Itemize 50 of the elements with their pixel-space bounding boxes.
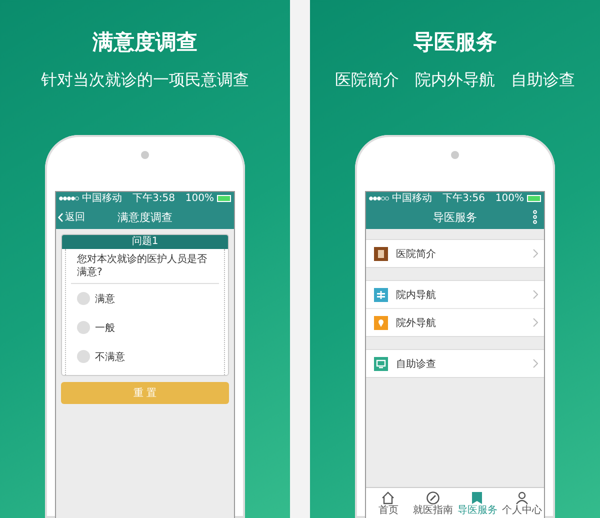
option-label: 不满意	[95, 350, 125, 364]
menu-row[interactable]: 医院简介	[366, 240, 544, 267]
promo-subtitle: 医院简介	[335, 70, 399, 91]
nav-title: 满意度调查	[118, 210, 172, 224]
back-icon	[58, 212, 63, 222]
promo-subtitle: 院内外导航	[415, 70, 495, 91]
nav-title: 导医服务	[433, 210, 477, 224]
tab-item[interactable]: 个人中心	[500, 488, 544, 518]
camera-icon	[451, 151, 459, 159]
question-text: 您对本次就诊的医护人员是否满意?	[76, 252, 208, 280]
menu-row[interactable]: 院外导航	[366, 308, 544, 336]
compass-icon	[426, 490, 440, 504]
battery-icon	[217, 195, 231, 202]
more-icon[interactable]	[533, 210, 537, 224]
battery-label: 100%	[495, 192, 524, 204]
radio-button[interactable]	[77, 321, 90, 334]
camera-icon	[141, 151, 149, 159]
menu-label: 院内导航	[396, 288, 437, 302]
option-label: 满意	[95, 292, 115, 306]
option-label: 一般	[95, 322, 115, 334]
bookmark-icon	[470, 490, 484, 504]
radio-button[interactable]	[77, 350, 90, 363]
chevron-icon	[533, 359, 538, 368]
status-time: 下午3:56	[442, 192, 485, 204]
carrier-label: 中国移动	[392, 192, 432, 204]
tab-item[interactable]: 就医指南	[410, 488, 455, 518]
carrier-label: 中国移动	[82, 192, 122, 204]
menu-row[interactable]: 自助诊查	[366, 350, 544, 377]
promo-subtitle: 自助诊查	[511, 70, 575, 91]
signal-icon	[59, 196, 79, 201]
chevron-icon	[533, 290, 538, 299]
signal-icon	[369, 196, 389, 201]
menu-row[interactable]: 院内导航	[366, 281, 544, 308]
battery-icon	[527, 195, 541, 202]
home-icon	[381, 490, 396, 504]
menu-label: 自助诊查	[396, 358, 437, 370]
person-icon	[514, 490, 529, 504]
promo-title: 导医服务	[413, 29, 497, 56]
chevron-icon	[533, 249, 538, 258]
back-button[interactable]: 返回	[58, 210, 85, 224]
promo-subtitle: 针对当次就诊的一项民意调查	[41, 70, 249, 91]
tab-item[interactable]: 首页	[366, 488, 410, 518]
battery-label: 100%	[185, 192, 214, 204]
status-time: 下午3:58	[132, 192, 175, 204]
radio-button[interactable]	[77, 292, 90, 305]
question-heading: 问题1	[62, 235, 228, 249]
chevron-icon	[533, 318, 538, 327]
promo-title: 满意度调查	[92, 29, 198, 56]
menu-label: 院外导航	[396, 316, 437, 330]
menu-label: 医院简介	[396, 248, 437, 260]
